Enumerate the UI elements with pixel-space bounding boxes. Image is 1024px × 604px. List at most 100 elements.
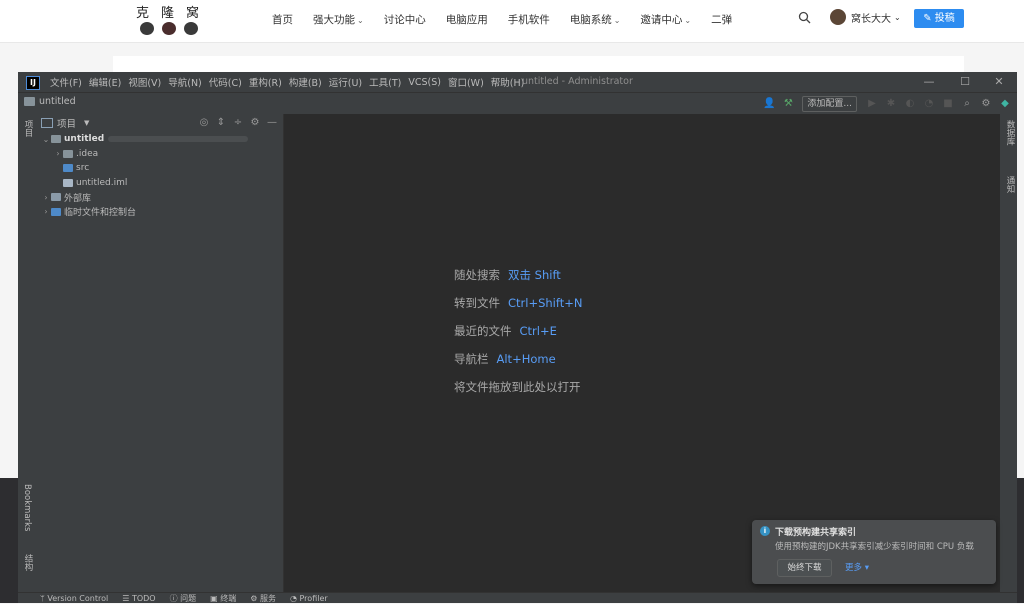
- locate-icon[interactable]: ◎: [197, 116, 211, 130]
- coverage-icon[interactable]: ◐: [902, 96, 918, 112]
- nav-item[interactable]: 讨论中心: [384, 12, 426, 27]
- hint-row: 将文件拖放到此处以打开: [454, 379, 581, 395]
- bottom-tab[interactable]: ⓘ 问题: [170, 593, 197, 604]
- hint-label: 最近的文件: [454, 324, 512, 338]
- menu-item[interactable]: 编辑(E): [89, 75, 121, 89]
- debug-icon[interactable]: ✱: [883, 96, 899, 112]
- chevron-icon: ›: [44, 207, 48, 217]
- tree-item[interactable]: › .idea: [35, 147, 283, 162]
- search-icon[interactable]: [798, 11, 811, 24]
- hint-label: 导航栏: [454, 352, 489, 366]
- menu-item[interactable]: 帮助(H): [491, 75, 525, 89]
- chevron-icon: ⌄: [42, 134, 50, 144]
- logo-face-icon: [162, 22, 176, 35]
- stop-icon[interactable]: ■: [940, 96, 956, 112]
- tree-item-label: src: [76, 163, 90, 174]
- menu-item[interactable]: 运行(U): [329, 75, 362, 89]
- hint-label: 转到文件: [454, 296, 500, 310]
- menu-item[interactable]: 文件(F): [50, 75, 82, 89]
- bottom-tab-label: Version Control: [47, 593, 109, 603]
- menu-item[interactable]: 工具(T): [369, 75, 401, 89]
- tree-item[interactable]: src: [35, 161, 283, 176]
- site-logo[interactable]: 克隆窝: [136, 2, 202, 38]
- hint-row: 随处搜索 双击 Shift: [454, 267, 561, 283]
- tree-item[interactable]: › 临时文件和控制台: [35, 205, 283, 220]
- menu-item[interactable]: 代码(C): [209, 75, 242, 89]
- nav-item[interactable]: 二弹: [711, 12, 732, 27]
- tree-item-label: .idea: [76, 148, 99, 159]
- avatar: [830, 9, 846, 25]
- menu-item[interactable]: 窗口(W): [448, 75, 484, 89]
- bottom-tab[interactable]: ☰ TODO: [122, 594, 155, 603]
- menu-item[interactable]: 导航(N): [168, 75, 202, 89]
- nav-item[interactable]: 首页: [272, 12, 293, 27]
- project-panel-header[interactable]: 项目 ▼ ◎ ⇕ ÷ ⚙ —: [35, 114, 283, 132]
- tab-icon: ◔: [289, 593, 300, 603]
- file-icon: [63, 178, 73, 187]
- bottom-tab[interactable]: ⚙ 服务: [250, 593, 276, 604]
- menu-item[interactable]: 视图(V): [128, 75, 161, 89]
- nav-item[interactable]: 强大功能 ⌄: [313, 12, 364, 27]
- plugin-logo-icon[interactable]: ◆: [997, 96, 1013, 112]
- tab-icon: ▣: [210, 593, 221, 603]
- menu-item[interactable]: VCS(S): [408, 77, 441, 88]
- search-icon[interactable]: ⌕: [959, 96, 975, 112]
- bottom-tab-label: 终端: [220, 593, 237, 603]
- hint-row: 转到文件 Ctrl+Shift+N: [454, 295, 582, 311]
- user-icon[interactable]: 👤: [761, 96, 777, 112]
- tree-item-label: untitled: [64, 134, 105, 145]
- nav-item[interactable]: 电脑应用: [446, 12, 488, 27]
- tool-tab-database[interactable]: 数据库: [1004, 120, 1016, 146]
- hint-row: 导航栏 Alt+Home: [454, 351, 556, 367]
- collapse-all-icon[interactable]: ÷: [231, 116, 245, 130]
- settings-gear-icon[interactable]: ⚙: [978, 96, 994, 112]
- window-title: untitled - Administrator: [522, 76, 633, 87]
- profile-icon[interactable]: ◔: [921, 96, 937, 112]
- hint-label: 随处搜索: [454, 268, 500, 282]
- tree-item[interactable]: › 外部库: [35, 190, 283, 205]
- nav-item[interactable]: 手机软件: [508, 12, 550, 27]
- library-icon: [51, 193, 61, 202]
- close-icon[interactable]: ✕: [985, 72, 1013, 92]
- hint-row: 最近的文件 Ctrl+E: [454, 323, 557, 339]
- submit-button[interactable]: ✎ 投稿: [914, 9, 964, 28]
- build-hammer-icon[interactable]: ⚒: [780, 96, 796, 112]
- user-menu[interactable]: 窝长大大 ⌄: [830, 9, 901, 25]
- breadcrumb[interactable]: untitled: [24, 96, 76, 107]
- more-link[interactable]: 更多 ▾: [845, 561, 869, 573]
- chevron-icon: ›: [44, 192, 48, 202]
- nav-item[interactable]: 邀请中心 ⌄: [640, 12, 691, 27]
- tool-tab-notifications[interactable]: 通知: [1004, 176, 1016, 193]
- menu-item[interactable]: 构建(B): [289, 75, 322, 89]
- add-configuration-button[interactable]: 添加配置...: [802, 95, 857, 112]
- always-download-button[interactable]: 始终下载: [777, 559, 832, 577]
- tool-tab-bookmarks[interactable]: Bookmarks: [22, 484, 32, 532]
- tool-tab-structure[interactable]: 结构: [22, 554, 34, 571]
- bottom-tab-label: 问题: [180, 593, 197, 603]
- bottom-tab[interactable]: ◔ Profiler: [290, 594, 328, 603]
- tool-tab-project[interactable]: 项目: [22, 120, 34, 137]
- tree-item-label: untitled.iml: [76, 177, 128, 188]
- gear-icon[interactable]: ⚙: [248, 116, 262, 130]
- hide-icon[interactable]: —: [265, 116, 279, 130]
- project-panel: 项目 ▼ ◎ ⇕ ÷ ⚙ — ⌄ untitled › .idea src untitle…: [35, 114, 284, 592]
- tree-item[interactable]: ⌄ untitled: [35, 132, 283, 147]
- expand-all-icon[interactable]: ⇕: [214, 116, 228, 130]
- menu-item[interactable]: 重构(R): [249, 75, 282, 89]
- logo-text: 克隆窝: [136, 6, 212, 21]
- folder-src-icon: [63, 164, 73, 173]
- maximize-icon[interactable]: ☐: [951, 72, 979, 92]
- left-tool-strip: 项目 Bookmarks 结构: [18, 114, 35, 592]
- blurred-path: [108, 136, 249, 143]
- bottom-tool-bar: ᛘ Version Control ☰ TODO ⓘ 问题 ▣ 终端 ⚙ 服务 ◔ Pro…: [18, 592, 1017, 603]
- bottom-tab[interactable]: ▣ 终端: [210, 593, 236, 604]
- minimize-icon[interactable]: —: [915, 72, 943, 92]
- chevron-down-icon: ⌄: [684, 15, 692, 25]
- nav-item-label: 二弹: [711, 13, 733, 26]
- hint-shortcut: 双击 Shift: [508, 268, 561, 282]
- tree-item[interactable]: untitled.iml: [35, 176, 283, 191]
- run-icon[interactable]: ▶: [864, 96, 880, 112]
- nav-item[interactable]: 电脑系统 ⌄: [570, 12, 621, 27]
- chevron-down-icon: ⌄: [357, 15, 364, 25]
- bottom-tab[interactable]: ᛘ Version Control: [40, 594, 108, 603]
